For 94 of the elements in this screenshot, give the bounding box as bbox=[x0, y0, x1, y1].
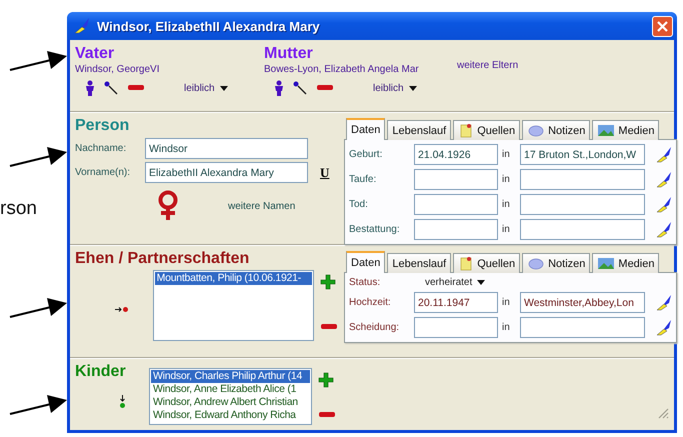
field-label: Vorname(n): bbox=[75, 167, 132, 178]
pen-icon[interactable] bbox=[655, 146, 673, 164]
person-icon[interactable] bbox=[274, 80, 284, 96]
field-label: Hochzeit: bbox=[349, 297, 392, 308]
field-label: Taufe: bbox=[349, 174, 378, 185]
parent-name[interactable]: Windsor, GeorgeVI bbox=[75, 63, 258, 77]
minus-icon[interactable] bbox=[320, 323, 338, 331]
tab[interactable]: Lebenslauf bbox=[387, 120, 452, 140]
close-icon bbox=[657, 20, 668, 32]
in-label: in bbox=[502, 149, 511, 160]
annotation-arrow bbox=[9, 146, 67, 168]
list-item[interactable]: Windsor, Charles Philip Arthur (14 bbox=[151, 370, 310, 383]
place-field[interactable] bbox=[520, 317, 645, 338]
tab[interactable]: Daten bbox=[346, 118, 386, 140]
caret-icon bbox=[408, 86, 417, 90]
note-icon bbox=[458, 123, 474, 138]
quill-icon bbox=[73, 17, 91, 35]
tab[interactable]: Medien bbox=[592, 253, 660, 273]
more-names-link[interactable]: weitere Namen bbox=[228, 200, 296, 212]
arrow-dot-icon bbox=[115, 306, 129, 313]
arrow-dot-icon[interactable] bbox=[293, 81, 307, 95]
window-title: Windsor, ElizabethII Alexandra Mary bbox=[97, 18, 321, 34]
minus-icon[interactable] bbox=[318, 411, 336, 419]
annotation-arrow bbox=[9, 297, 67, 319]
pen-icon[interactable] bbox=[655, 220, 673, 238]
field-label: Status: bbox=[349, 277, 382, 288]
section-heading: Person bbox=[75, 116, 130, 135]
field-label: Bestattung: bbox=[349, 224, 401, 235]
note-icon bbox=[458, 256, 474, 271]
date-field[interactable]: 20.11.1947 bbox=[414, 292, 498, 313]
date-field[interactable] bbox=[414, 194, 498, 215]
place-field[interactable] bbox=[520, 194, 645, 215]
in-label: in bbox=[502, 174, 511, 185]
plus-icon[interactable] bbox=[320, 274, 336, 290]
section-heading: Vater bbox=[75, 44, 116, 63]
annotation-text: rson bbox=[0, 198, 37, 220]
in-label: in bbox=[502, 224, 511, 235]
annotation-arrow bbox=[9, 50, 67, 72]
landscape-icon bbox=[597, 256, 616, 271]
minus-icon[interactable] bbox=[316, 84, 334, 92]
in-label: in bbox=[502, 297, 511, 308]
tab[interactable]: Lebenslauf bbox=[387, 253, 452, 273]
tab[interactable]: Medien bbox=[592, 120, 660, 140]
pen-icon[interactable] bbox=[655, 170, 673, 188]
u-button[interactable]: U bbox=[318, 164, 332, 180]
list-item[interactable]: Windsor, Andrew Albert Christian bbox=[151, 396, 310, 409]
in-label: in bbox=[502, 199, 511, 210]
relation-dropdown[interactable]: leiblich bbox=[184, 82, 228, 94]
place-field[interactable] bbox=[520, 219, 645, 240]
list-item[interactable]: Windsor, Anne Elizabeth Alice (1 bbox=[151, 383, 310, 396]
field-label: Tod: bbox=[349, 199, 369, 210]
resize-grip-icon[interactable] bbox=[657, 407, 669, 419]
field-label: Geburt: bbox=[349, 149, 384, 160]
section-heading: Kinder bbox=[75, 362, 127, 381]
caret-icon bbox=[477, 280, 486, 285]
more-parents-link[interactable]: weitere Eltern bbox=[457, 60, 518, 107]
name-field[interactable]: ElizabethII Alexandra Mary bbox=[145, 162, 308, 183]
landscape-icon bbox=[597, 123, 616, 138]
field-label: Scheidung: bbox=[349, 322, 400, 333]
person-icon[interactable] bbox=[85, 80, 95, 96]
relation-dropdown[interactable]: leiblich bbox=[373, 82, 417, 94]
status-dropdown[interactable]: verheiratet bbox=[425, 277, 486, 288]
minus-icon[interactable] bbox=[127, 84, 145, 92]
arrow-dot-icon[interactable] bbox=[104, 81, 118, 95]
tab[interactable]: Daten bbox=[346, 251, 386, 273]
tab[interactable]: Quellen bbox=[453, 120, 520, 140]
date-field[interactable] bbox=[414, 219, 498, 240]
tab[interactable]: Notizen bbox=[522, 253, 590, 273]
date-field[interactable] bbox=[414, 317, 498, 338]
date-field[interactable]: 21.04.1926 bbox=[414, 144, 498, 165]
section-heading: Ehen / Partnerschaften bbox=[75, 249, 250, 268]
annotation-arrow bbox=[9, 394, 67, 416]
place-field[interactable]: Westminster,Abbey,Lon bbox=[520, 292, 645, 313]
close-button[interactable] bbox=[652, 16, 673, 36]
parent-name[interactable]: Bowes-Lyon, Elizabeth Angela Mar bbox=[264, 63, 451, 77]
tab[interactable]: Quellen bbox=[453, 253, 520, 273]
caret-icon bbox=[220, 86, 228, 90]
list-item[interactable]: Mountbatten, Philip (10.06.1921- bbox=[154, 272, 312, 285]
pen-icon[interactable] bbox=[655, 318, 673, 336]
cloud-icon bbox=[527, 256, 546, 271]
in-label: in bbox=[502, 322, 511, 333]
pen-icon[interactable] bbox=[655, 294, 673, 312]
name-field[interactable]: Windsor bbox=[145, 138, 308, 159]
date-field[interactable] bbox=[414, 169, 498, 190]
field-label: Nachname: bbox=[75, 143, 128, 154]
place-field[interactable] bbox=[520, 169, 645, 190]
cloud-icon bbox=[527, 123, 546, 138]
plus-icon[interactable] bbox=[318, 372, 334, 388]
list-item[interactable]: Windsor, Edward Anthony Richa bbox=[151, 409, 310, 422]
arrow-dot-icon bbox=[119, 395, 126, 409]
section-heading: Mutter bbox=[264, 44, 314, 63]
pen-icon[interactable] bbox=[655, 196, 673, 214]
place-field[interactable]: 17 Bruton St.,London,W bbox=[520, 144, 645, 165]
tab[interactable]: Notizen bbox=[522, 120, 590, 140]
